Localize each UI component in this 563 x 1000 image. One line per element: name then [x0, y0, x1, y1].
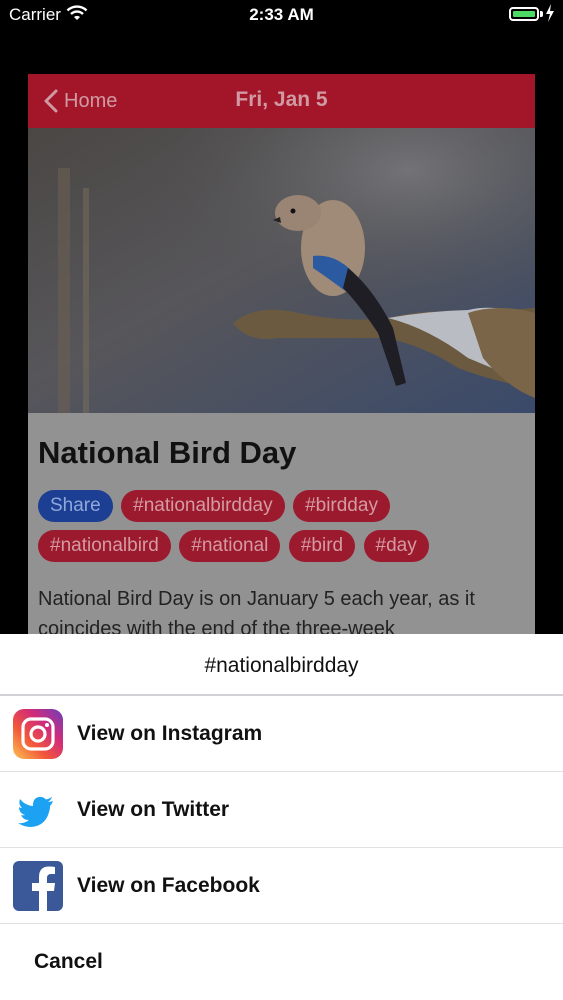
tag-chip[interactable]: #day — [363, 530, 429, 562]
cancel-label: Cancel — [34, 950, 103, 973]
article-headline: National Bird Day — [38, 435, 297, 470]
charging-icon — [546, 4, 554, 22]
tag-list: Share #nationalbirdday #birdday #nationa… — [38, 490, 528, 570]
action-label: View on Instagram — [77, 722, 263, 745]
tag-chip[interactable]: #nationalbirdday — [121, 490, 285, 522]
facebook-icon — [13, 861, 63, 911]
battery-tip — [540, 11, 543, 17]
navigation-bar: Home Fri, Jan 5 — [28, 74, 535, 128]
clock: 2:33 AM — [249, 5, 314, 24]
bird-photo — [28, 128, 535, 413]
tag-chip[interactable]: #nationalbird — [38, 530, 171, 562]
twitter-icon — [18, 796, 53, 827]
status-bar: Carrier 2:33 AM — [0, 0, 563, 30]
action-sheet-title: #nationalbirdday — [0, 634, 563, 696]
action-sheet: #nationalbirdday View on Instagram View … — [0, 634, 563, 1000]
instagram-icon — [13, 709, 63, 759]
action-label: View on Twitter — [77, 798, 230, 821]
tag-chip[interactable]: #bird — [288, 530, 356, 562]
view-on-facebook-button[interactable]: View on Facebook — [0, 848, 563, 924]
tag-chip[interactable]: #birdday — [293, 490, 390, 522]
share-button[interactable]: Share — [38, 490, 113, 522]
article-description: National Bird Day is on January 5 each y… — [38, 588, 475, 634]
action-label: View on Facebook — [77, 874, 260, 897]
tag-chip[interactable]: #national — [179, 530, 281, 562]
battery-icon — [509, 7, 539, 21]
nav-title: Fri, Jan 5 — [235, 88, 328, 111]
article-content: National Bird Day Share #nationalbirdday… — [28, 413, 535, 634]
view-on-twitter-button[interactable]: View on Twitter — [0, 772, 563, 848]
cancel-button[interactable]: Cancel — [0, 924, 563, 1000]
article-screen: Home Fri, Jan 5 National Bird Day Share … — [28, 74, 535, 634]
view-on-instagram-button[interactable]: View on Instagram — [0, 696, 563, 772]
